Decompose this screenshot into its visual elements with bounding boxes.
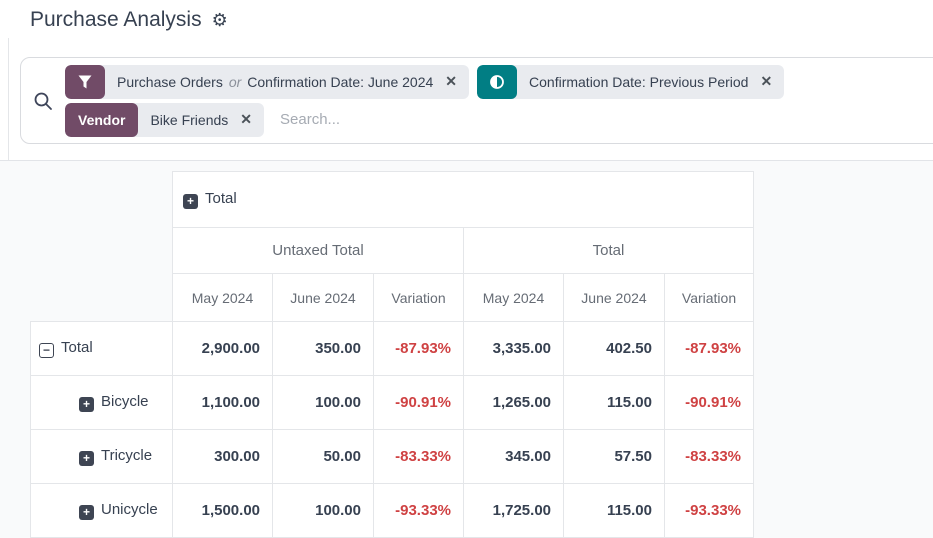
pivot-cell: 1,100.00 [173,376,273,430]
pivot-cell: 2,900.00 [173,322,273,376]
facet-comparison: Confirmation Date: Previous Period ✕ [477,65,784,99]
pivot-period-header[interactable]: May 2024 [464,274,564,322]
pivot-header-row-periods: May 2024 June 2024 Variation May 2024 Ju… [31,274,754,322]
pivot-cell: 100.00 [273,376,374,430]
pivot-corner-cell [31,274,173,322]
pivot-row-tricycle: + Tricycle 300.00 50.00 -83.33% 345.00 57… [31,430,754,484]
pivot-cell: 57.50 [564,430,665,484]
pivot-measure-untaxed-total[interactable]: Untaxed Total [173,228,464,274]
pivot-cell: 1,265.00 [464,376,564,430]
facet-comparison-label: Confirmation Date: Previous Period ✕ [517,65,784,99]
pivot-cell: 1,500.00 [173,484,273,538]
pivot-cell: 115.00 [564,484,665,538]
pivot-row-header-unicycle[interactable]: + Unicycle [31,484,173,538]
pivot-col-header-total[interactable]: + Total [173,172,754,228]
facet-area: Purchase Orders or Confirmation Date: Ju… [65,65,933,137]
pivot-period-header[interactable]: Variation [374,274,464,322]
pivot-period-header[interactable]: Variation [665,274,754,322]
filter-icon [65,65,105,99]
facet-filter-or: or [227,74,243,90]
pivot-row-unicycle: + Unicycle 1,500.00 100.00 -93.33% 1,725.… [31,484,754,538]
search-input[interactable] [280,111,933,128]
expand-icon[interactable]: + [79,451,94,466]
comparison-icon [477,65,517,99]
pivot-cell-variation: -83.33% [665,430,754,484]
pivot-cell: 1,725.00 [464,484,564,538]
pivot-period-header[interactable]: June 2024 [273,274,374,322]
pivot-cell-variation: -93.33% [374,484,464,538]
expand-icon[interactable]: + [183,194,198,209]
pivot-corner-cell [31,228,173,274]
facet-vendor-close-icon[interactable]: ✕ [240,111,252,128]
pivot-cell: 350.00 [273,322,374,376]
facet-vendor-field-label: Vendor [65,103,138,137]
facet-vendor-value-wrap: Bike Friends ✕ [138,103,264,137]
facet-filter: Purchase Orders or Confirmation Date: Ju… [65,65,469,99]
search-icon [21,91,65,111]
gear-icon[interactable]: ⚙ [212,11,228,29]
pivot-cell-variation: -83.33% [374,430,464,484]
pivot-row-header-tricycle[interactable]: + Tricycle [31,430,173,484]
pivot-cell-variation: -93.33% [665,484,754,538]
pivot-header-row-measures: Untaxed Total Total [31,228,754,274]
pivot-header-row-root: + Total [31,172,754,228]
pivot-cell: 345.00 [464,430,564,484]
pivot-period-header[interactable]: May 2024 [173,274,273,322]
pivot-cell: 115.00 [564,376,665,430]
page-title: Purchase Analysis [30,8,202,32]
pivot-row-label: Unicycle [101,501,158,518]
content-panel: + Total Untaxed Total Total May 2024 June… [0,160,933,538]
pivot-measure-total[interactable]: Total [464,228,754,274]
pivot-cell: 50.00 [273,430,374,484]
pivot-period-header[interactable]: June 2024 [564,274,665,322]
pivot-cell-variation: -90.91% [374,376,464,430]
pivot-cell: 300.00 [173,430,273,484]
pivot-cell: 402.50 [564,322,665,376]
pivot-cell: 100.00 [273,484,374,538]
search-bar[interactable]: Purchase Orders or Confirmation Date: Ju… [20,57,933,144]
pivot-row-label: Bicycle [101,393,149,410]
pivot-cell-variation: -90.91% [665,376,754,430]
facet-comparison-close-icon[interactable]: ✕ [760,73,772,90]
facet-vendor-value: Bike Friends [150,112,228,128]
facet-filter-label: Purchase Orders or Confirmation Date: Ju… [105,65,469,99]
collapse-icon[interactable]: − [39,343,54,358]
facet-filter-close-icon[interactable]: ✕ [445,73,457,90]
pivot-cell: 3,335.00 [464,322,564,376]
pivot-row-header-bicycle[interactable]: + Bicycle [31,376,173,430]
facet-row-2: Vendor Bike Friends ✕ [65,103,933,137]
pivot-row-label: Total [61,339,93,356]
pivot-row-bicycle: + Bicycle 1,100.00 100.00 -90.91% 1,265.0… [31,376,754,430]
facet-vendor: Vendor Bike Friends ✕ [65,103,264,137]
pivot-cell-variation: -87.93% [665,322,754,376]
view-header: Purchase Analysis ⚙ [30,8,228,32]
pivot-row-label: Tricycle [101,447,152,464]
pivot-col-header-total-label: Total [205,190,237,207]
facet-filter-part-2: Confirmation Date: June 2024 [247,74,433,90]
pivot-corner-cell [31,172,173,228]
facet-comparison-text: Confirmation Date: Previous Period [529,74,748,90]
pivot-row-total: −Total 2,900.00 350.00 -87.93% 3,335.00 … [31,322,754,376]
expand-icon[interactable]: + [79,397,94,412]
pivot-table: + Total Untaxed Total Total May 2024 June… [30,171,754,538]
facet-row-1: Purchase Orders or Confirmation Date: Ju… [65,65,933,99]
facet-filter-part-1: Purchase Orders [117,74,223,90]
pivot-cell-variation: -87.93% [374,322,464,376]
pivot-row-header-total[interactable]: −Total [31,322,173,376]
expand-icon[interactable]: + [79,505,94,520]
